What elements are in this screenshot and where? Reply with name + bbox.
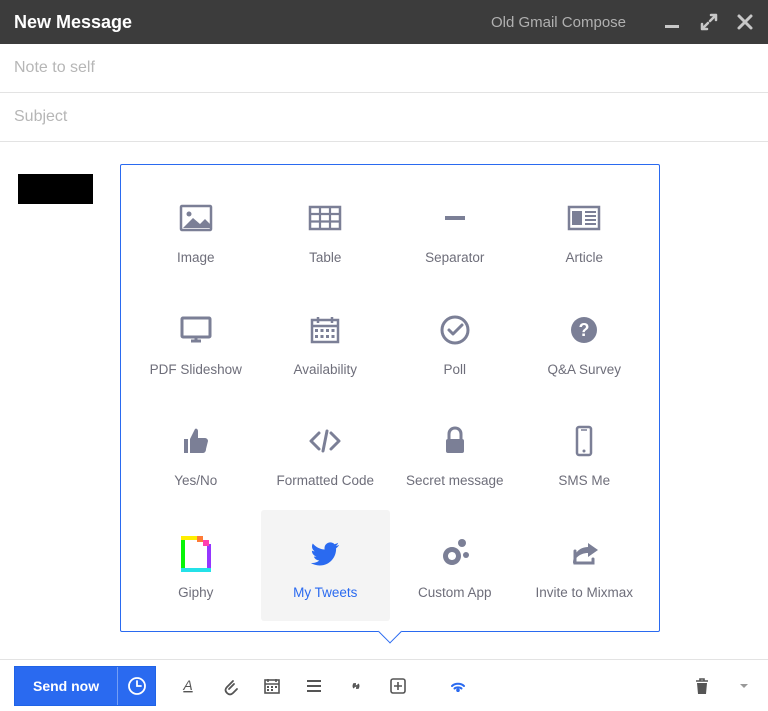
tile-label: Invite to Mixmax (535, 585, 633, 600)
close-icon[interactable] (736, 13, 754, 31)
tile-label: Availability (293, 362, 357, 377)
tile-label: Giphy (178, 585, 213, 600)
send-button[interactable]: Send now (15, 667, 117, 705)
gears-icon (433, 531, 477, 575)
calendar-small-icon[interactable] (262, 676, 282, 696)
tile-yes-no[interactable]: Yes/No (131, 398, 261, 510)
format-text-icon[interactable]: A (178, 676, 198, 696)
trash-icon[interactable] (692, 676, 712, 696)
tile-my-tweets[interactable]: My Tweets (261, 510, 391, 622)
twitter-icon (303, 531, 347, 575)
popover-grid: Image Table Separator Article (121, 165, 659, 631)
tile-availability[interactable]: Availability (261, 287, 391, 399)
tile-formatted-code[interactable]: Formatted Code (261, 398, 391, 510)
maximize-icon[interactable] (700, 13, 718, 31)
tile-custom-app[interactable]: Custom App (390, 510, 520, 622)
tile-table[interactable]: Table (261, 175, 391, 287)
tile-label: PDF Slideshow (150, 362, 242, 377)
tile-label: Poll (443, 362, 466, 377)
poll-icon (433, 308, 477, 352)
tile-label: Separator (425, 250, 484, 265)
lock-icon (433, 419, 477, 463)
phone-icon (562, 419, 606, 463)
code-icon (303, 419, 347, 463)
question-icon: ? (562, 308, 606, 352)
article-icon (562, 196, 606, 240)
table-icon (303, 196, 347, 240)
svg-text:A: A (182, 677, 192, 693)
tile-separator[interactable]: Separator (390, 175, 520, 287)
image-icon (174, 196, 218, 240)
subject-input[interactable] (14, 108, 754, 126)
subject-field-row (0, 93, 768, 142)
compose-body[interactable]: Image Table Separator Article (0, 142, 768, 658)
separator-icon (433, 196, 477, 240)
tile-article[interactable]: Article (520, 175, 650, 287)
tile-label: Article (565, 250, 603, 265)
to-field-row (0, 44, 768, 93)
minimize-icon[interactable] (662, 12, 682, 32)
tracking-icon[interactable] (448, 676, 468, 696)
giphy-icon (174, 531, 218, 575)
tile-label: Custom App (418, 585, 492, 600)
svg-text:?: ? (579, 320, 590, 340)
tile-secret-message[interactable]: Secret message (390, 398, 520, 510)
tile-label: Secret message (406, 473, 504, 488)
tile-image[interactable]: Image (131, 175, 261, 287)
send-group: Send now (14, 666, 156, 706)
insert-plus-icon[interactable] (388, 676, 408, 696)
link-icon[interactable] (346, 676, 366, 696)
attach-icon[interactable] (220, 676, 240, 696)
tile-label: Q&A Survey (547, 362, 621, 377)
thumbs-up-icon (174, 419, 218, 463)
tile-label: Formatted Code (276, 473, 374, 488)
compose-toolbar: Send now A (0, 659, 768, 711)
to-input[interactable] (14, 59, 754, 77)
share-icon (562, 531, 606, 575)
tile-label: Table (309, 250, 341, 265)
tile-label: SMS Me (558, 473, 610, 488)
tile-label: Yes/No (174, 473, 217, 488)
list-icon[interactable] (304, 676, 324, 696)
tile-poll[interactable]: Poll (390, 287, 520, 399)
tile-label: My Tweets (293, 585, 357, 600)
window-title: New Message (14, 12, 491, 33)
more-menu-icon[interactable] (734, 676, 754, 696)
tile-pdf-slideshow[interactable]: PDF Slideshow (131, 287, 261, 399)
send-later-button[interactable] (117, 667, 155, 705)
tile-sms-me[interactable]: SMS Me (520, 398, 650, 510)
tile-invite-mixmax[interactable]: Invite to Mixmax (520, 510, 650, 622)
tile-giphy[interactable]: Giphy (131, 510, 261, 622)
old-gmail-compose-link[interactable]: Old Gmail Compose (491, 14, 626, 31)
tile-label: Image (177, 250, 215, 265)
calendar-icon (303, 308, 347, 352)
redacted-region (18, 174, 93, 204)
insert-popover: Image Table Separator Article (120, 164, 660, 632)
tile-qa-survey[interactable]: ? Q&A Survey (520, 287, 650, 399)
monitor-icon (174, 308, 218, 352)
compose-titlebar: New Message Old Gmail Compose (0, 0, 768, 44)
